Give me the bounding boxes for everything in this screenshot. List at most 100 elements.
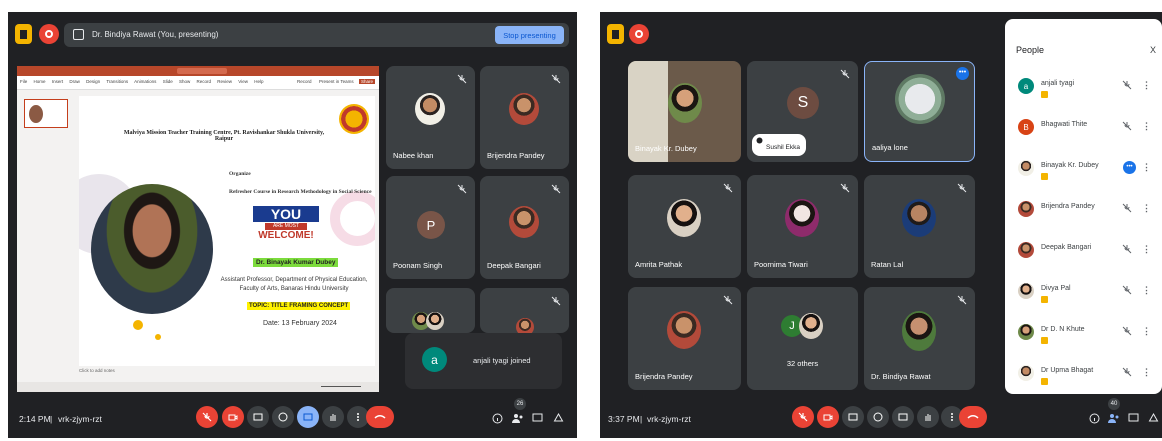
close-button[interactable]: X	[1150, 45, 1156, 55]
participant-tile[interactable]: Dr. Bindiya Rawat	[864, 287, 975, 390]
mic-off-icon	[723, 295, 733, 305]
tag-icon	[1041, 91, 1048, 98]
more-vert-icon[interactable]: ⋮	[1142, 162, 1151, 173]
mic-off-button[interactable]	[196, 406, 218, 428]
participant-tile[interactable]: Poornima Tiwari	[747, 175, 858, 278]
chat-icon[interactable]	[1128, 413, 1139, 424]
mic-off-icon[interactable]	[1122, 203, 1132, 213]
participant-name: Binayak Kr. Dubey	[635, 144, 697, 153]
more-vert-icon[interactable]: ⋮	[1142, 121, 1151, 132]
participant-tile[interactable]: Binayak Kr. Dubey	[628, 61, 741, 162]
presenting-bar: Dr. Bindiya Rawat (You, presenting) Stop…	[64, 23, 569, 47]
ppt-title-bar	[17, 66, 379, 76]
camera-off-icon	[228, 414, 238, 421]
people-list-item[interactable]: Deepak Bangari ⋮	[1005, 230, 1162, 271]
people-list-item[interactable]: Dr Upma Bhagat ⋮	[1005, 353, 1162, 394]
more-vert-icon[interactable]: ⋮	[1142, 203, 1151, 214]
slide-canvas: Malviya Mission Teacher Training Centre,…	[79, 96, 375, 366]
mic-off-icon	[798, 412, 808, 422]
participant-tile[interactable]: Amrita Pathak	[628, 175, 741, 278]
participant-tile[interactable]: S Sushil Ekka	[747, 61, 858, 162]
participant-tile-others[interactable]: J 32 others	[747, 287, 858, 390]
participant-tile[interactable]: P Poonam Singh	[386, 176, 475, 279]
raise-hand-button[interactable]	[322, 406, 344, 428]
more-vert-icon[interactable]: ⋮	[1142, 244, 1151, 255]
person-avatar	[1018, 242, 1034, 258]
person-avatar: a	[1018, 78, 1034, 94]
present-screen-icon	[303, 413, 313, 421]
mic-off-button[interactable]	[792, 406, 814, 428]
participant-name: aaliya lone	[872, 143, 908, 152]
participant-photo	[509, 93, 539, 125]
info-icon[interactable]	[492, 413, 503, 424]
mic-off-icon	[551, 184, 561, 194]
participant-tile[interactable]: Brijendra Pandey	[628, 287, 741, 390]
camera-off-button[interactable]	[222, 406, 244, 428]
people-list-item[interactable]: B Bhagwati Thite ⋮	[1005, 107, 1162, 148]
participant-tile[interactable]	[386, 288, 475, 333]
stop-presenting-button[interactable]: Stop presenting	[495, 26, 564, 44]
activities-icon[interactable]	[553, 413, 564, 424]
participant-tile[interactable]: Brijendra Pandey	[480, 66, 569, 169]
raise-hand-button[interactable]	[917, 406, 939, 428]
ppt-present-teams-button[interactable]: Present in Teams	[319, 79, 354, 84]
participant-tile[interactable]	[480, 288, 569, 333]
captions-button[interactable]	[247, 406, 269, 428]
people-icon[interactable]	[1108, 413, 1120, 424]
more-vert-icon	[357, 413, 359, 421]
more-vert-icon[interactable]: ⋮	[1142, 326, 1151, 337]
ppt-record-button[interactable]: Record	[297, 79, 312, 84]
record-icon[interactable]	[629, 24, 649, 44]
mic-off-icon[interactable]	[1122, 285, 1132, 295]
camera-off-button[interactable]	[817, 406, 839, 428]
mic-off-icon[interactable]	[1122, 121, 1132, 131]
mic-off-icon[interactable]	[1122, 326, 1132, 336]
participant-tile[interactable]: Deepak Bangari	[480, 176, 569, 279]
people-list-item[interactable]: Divya Pal ⋮	[1005, 271, 1162, 312]
more-vert-icon[interactable]: ⋮	[1142, 367, 1151, 378]
mic-off-icon[interactable]	[1122, 367, 1132, 377]
leave-call-button[interactable]	[959, 406, 987, 428]
activities-icon[interactable]	[1148, 413, 1159, 424]
chat-icon[interactable]	[532, 413, 543, 424]
more-vert-icon[interactable]: ⋮	[1142, 80, 1151, 91]
more-options-icon[interactable]: •••	[956, 67, 969, 80]
participant-tile[interactable]: Nabee khan	[386, 66, 475, 169]
ppt-menu-items[interactable]: File Home Insert Draw Design Transitions…	[20, 79, 264, 84]
reactions-button[interactable]	[867, 406, 889, 428]
participant-name: Dr. Bindiya Rawat	[871, 372, 931, 381]
participant-tile-pinned[interactable]: ••• aaliya lone	[864, 61, 975, 162]
person-avatar: B	[1018, 119, 1034, 135]
ppt-share-button[interactable]: Share	[359, 79, 376, 84]
meet-window-presenting: Dr. Bindiya Rawat (You, presenting) Stop…	[8, 12, 577, 438]
participant-name: Ratan Lal	[871, 260, 904, 269]
present-screen-icon	[898, 413, 908, 421]
participant-tile[interactable]: Ratan Lal	[864, 175, 975, 278]
ppt-search-box[interactable]	[177, 68, 227, 74]
people-list-item[interactable]: Brijendra Pandey ⋮	[1005, 189, 1162, 230]
present-button[interactable]	[892, 406, 914, 428]
people-list-item[interactable]: Binayak Kr. Dubey ••• ⋮	[1005, 148, 1162, 189]
name-pill: Sushil Ekka	[752, 134, 806, 156]
emoji-icon	[278, 412, 288, 422]
more-vert-icon[interactable]: ⋮	[1142, 285, 1151, 296]
person-name: Binayak Kr. Dubey	[1041, 162, 1099, 169]
emoji-icon	[873, 412, 883, 422]
mic-off-icon[interactable]	[1122, 244, 1132, 254]
reactions-button[interactable]	[272, 406, 294, 428]
captions-button[interactable]	[842, 406, 864, 428]
slide-notes-hint[interactable]: Click to add notes	[79, 368, 115, 373]
mic-off-icon[interactable]	[1122, 80, 1132, 90]
info-icon[interactable]	[1089, 413, 1100, 424]
leave-call-button[interactable]	[366, 406, 394, 428]
people-list-item[interactable]: a anjali tyagi ⋮	[1005, 66, 1162, 107]
person-name: Brijendra Pandey	[1041, 203, 1095, 210]
people-list-item[interactable]: Dr D. N Khute ⋮	[1005, 312, 1162, 353]
record-icon[interactable]	[39, 24, 59, 44]
present-button[interactable]	[297, 406, 319, 428]
slide-thumbnail[interactable]	[24, 99, 68, 128]
mic-off-icon	[957, 295, 967, 305]
participant-count-badge: 26	[514, 398, 526, 410]
people-icon[interactable]	[512, 413, 524, 424]
mic-off-icon	[457, 74, 467, 84]
